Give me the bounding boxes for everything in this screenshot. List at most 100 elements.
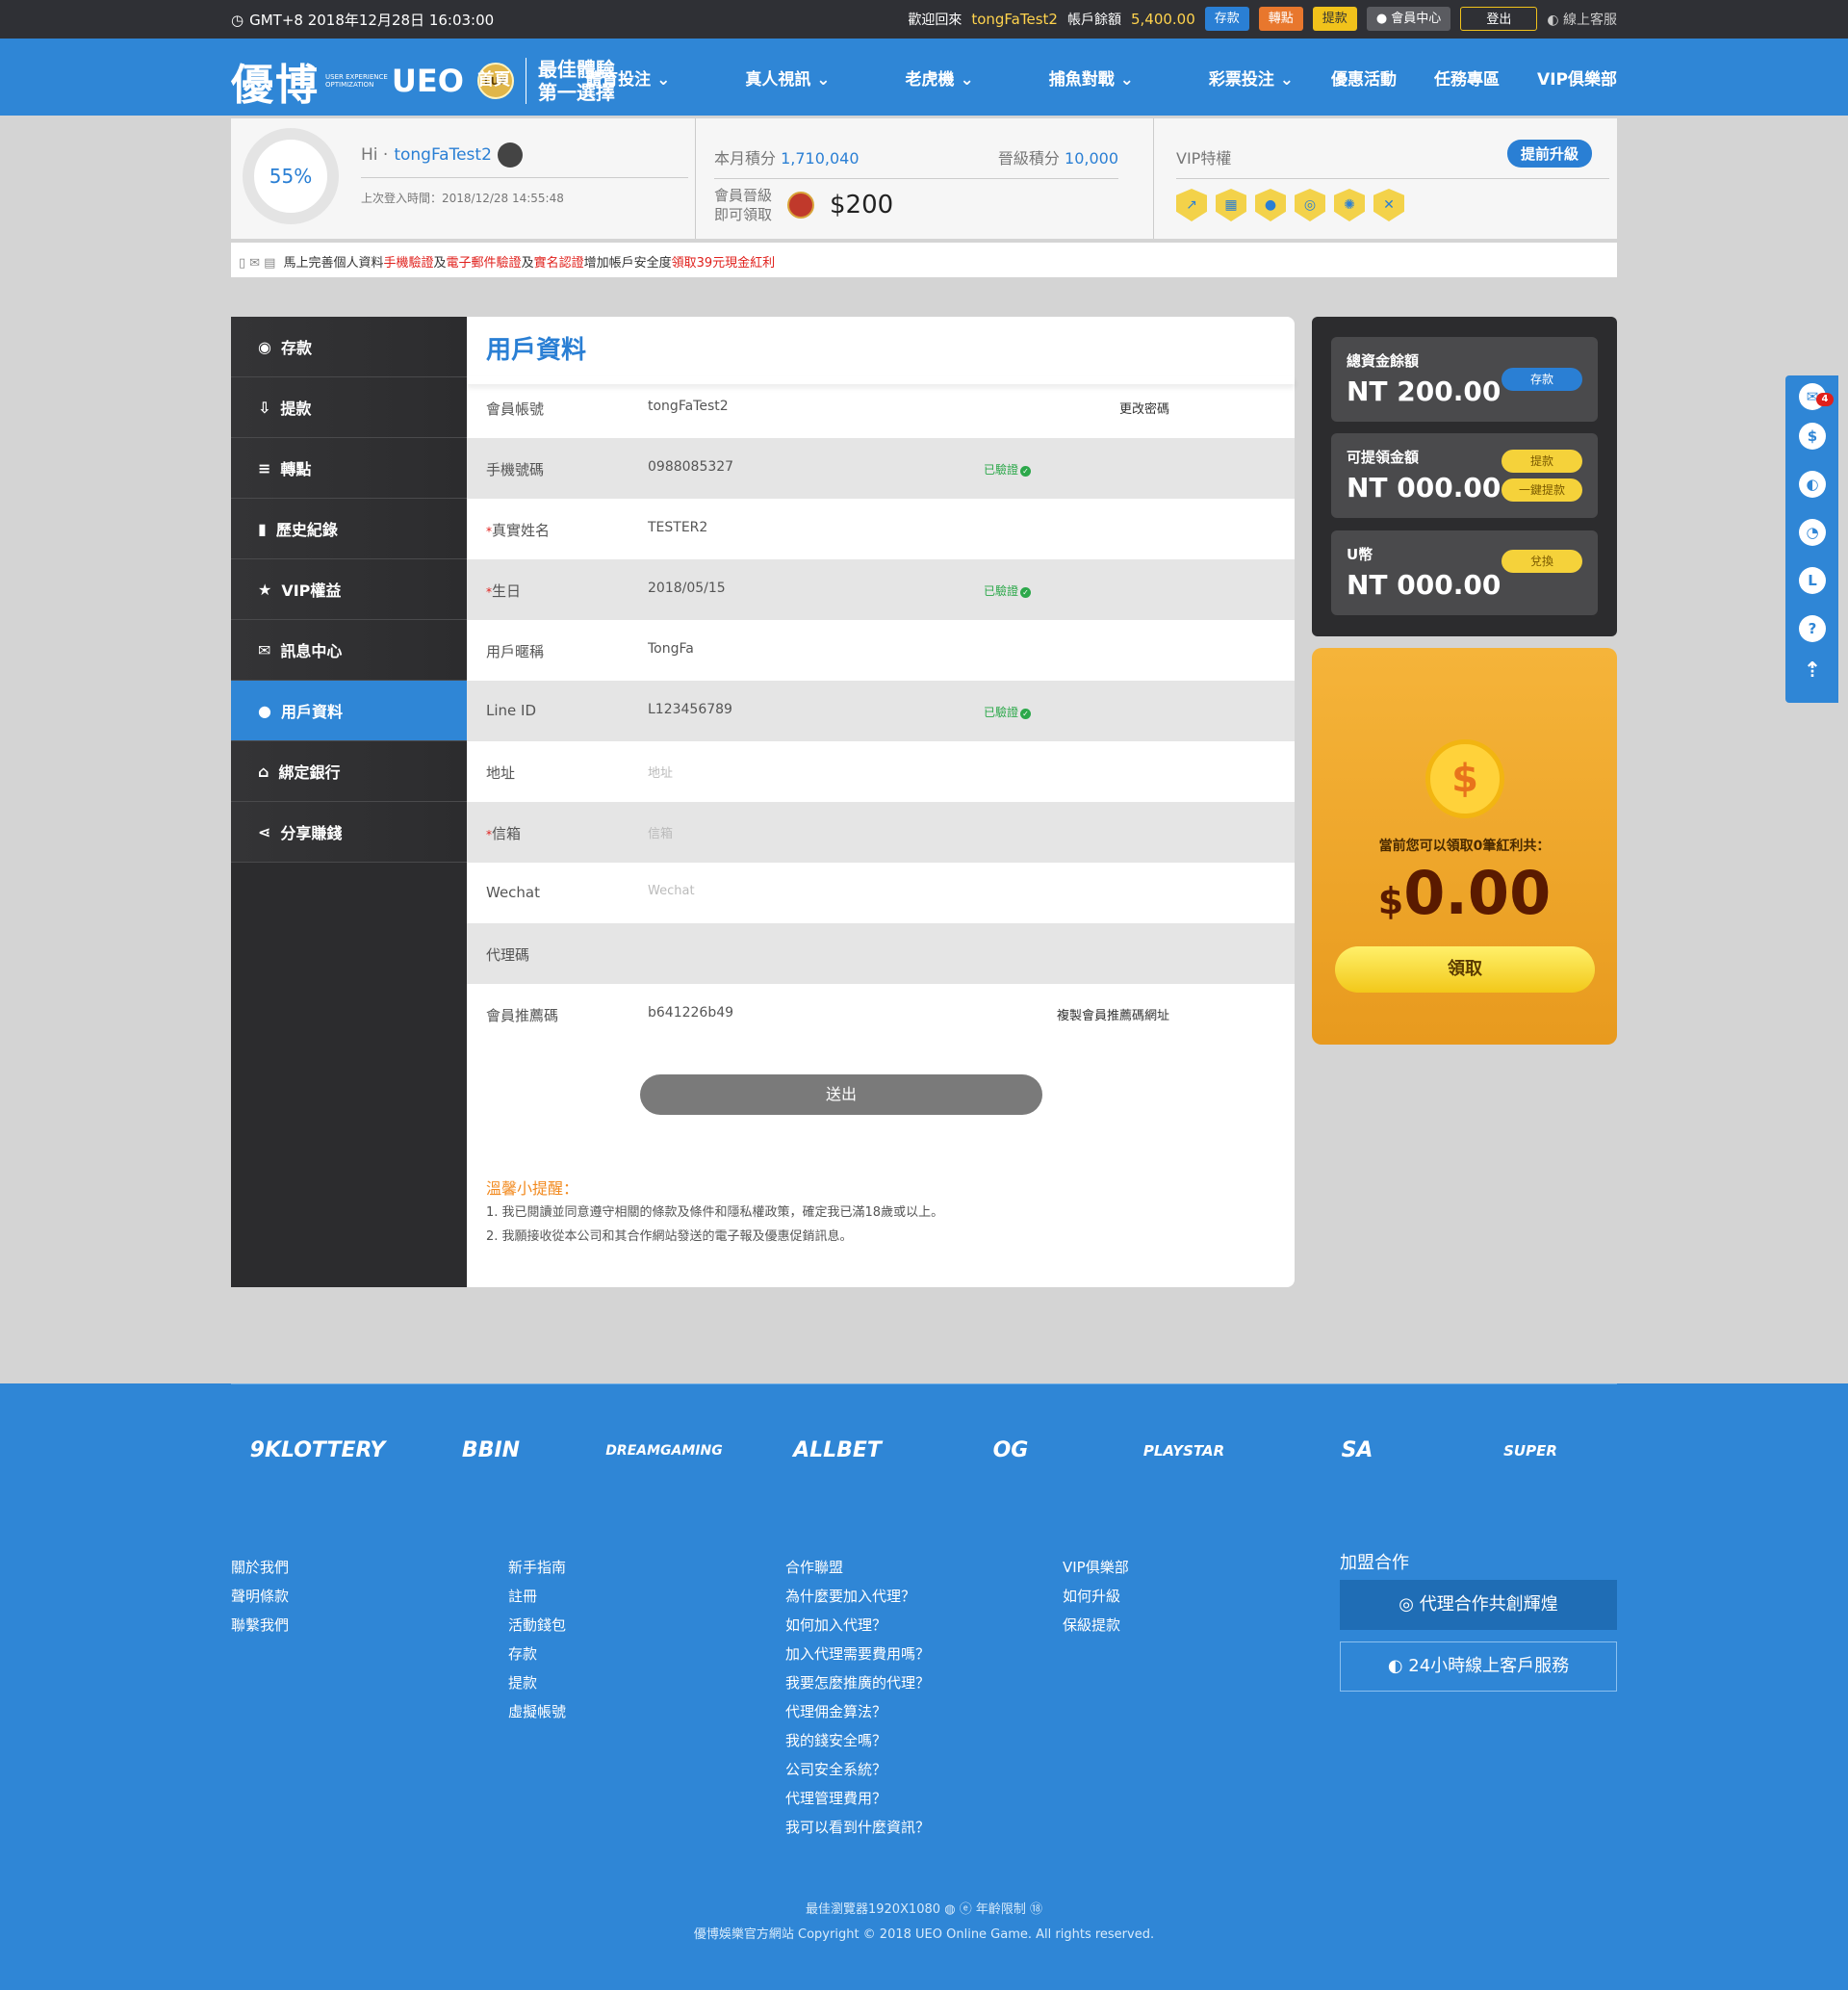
wechat-icon[interactable]: ◔ (1799, 519, 1826, 546)
phone-verify-link[interactable]: 手機驗證 (384, 256, 434, 271)
headset-icon[interactable]: ◐ (1799, 471, 1826, 498)
nav-lottery[interactable]: 彩票投注 ⌄ (1171, 65, 1294, 90)
partner-bbin: BBIN (461, 1438, 521, 1462)
main-nav: 首頁 體育投注 ⌄ 真人視訊 ⌄ 老虎機 ⌄ 捕魚對戰 ⌄ 彩票投注 ⌄ 優惠活… (440, 65, 1617, 90)
footer: 9KLOTTERY BBIN DREAMGAMING ALLBET OG PLA… (0, 1383, 1848, 1990)
mail-icon[interactable]: ✉ (1799, 383, 1834, 410)
one-click-withdraw-button[interactable]: 一鍵提款 (1502, 478, 1582, 502)
check-icon: ✓ (1020, 466, 1032, 477)
form-row-phone: 手機號碼 0988085327 已驗證 ✓ (467, 438, 1295, 499)
account-sidebar: ◉ 存款 ⇩ 提款 ≡ 轉點 ▮ 歷史紀錄 ★ VIP權益 ✉ 訊息中心 ● 用戶資料 ⌂ 綁定… (231, 317, 467, 1287)
nav-fishing[interactable]: 捕魚對戰 ⌄ (1012, 65, 1134, 90)
medal-icon (787, 192, 815, 219)
partner-sa: SA (1341, 1438, 1373, 1462)
withdraw-button[interactable]: 提款 (1312, 7, 1357, 31)
footer-link[interactable]: 活動錢包 (508, 1611, 566, 1640)
wallet-deposit-button[interactable]: 存款 (1502, 368, 1582, 391)
customer-service-button[interactable]: ◐ 24小時線上客戶服務 (1340, 1641, 1617, 1692)
sidebar-item-withdraw[interactable]: ⇩ 提款 (231, 377, 467, 438)
affiliate-button[interactable]: ◎ 代理合作共創輝煌 (1340, 1580, 1617, 1630)
phone-icon: ▯ (239, 256, 246, 271)
nav-home[interactable]: 首頁 (477, 65, 510, 90)
balance-value: 5,400.00 (1130, 10, 1195, 28)
sidebar-item-history[interactable]: ▮ 歷史紀錄 (231, 499, 467, 559)
footer-link[interactable]: 保級提款 (1063, 1611, 1129, 1640)
footer-link[interactable]: 代理佣金算法？ (785, 1697, 930, 1726)
claim-bonus-button[interactable]: 領取 (1335, 946, 1595, 993)
bonus-amount: $0.00 (1377, 858, 1552, 928)
sidebar-item-messages[interactable]: ✉ 訊息中心 (231, 620, 467, 681)
nav-vip[interactable]: VIP俱樂部 (1537, 65, 1617, 90)
footer-link[interactable]: 公司安全系統？ (785, 1755, 930, 1784)
footer-link[interactable]: VIP俱樂部 (1063, 1553, 1129, 1582)
wallet-withdraw-button[interactable]: 提款 (1502, 450, 1582, 473)
transfer-button[interactable]: 轉點 (1258, 7, 1303, 31)
line-icon[interactable]: L (1799, 567, 1826, 594)
footer-link[interactable]: 我的錢安全嗎？ (785, 1726, 930, 1755)
footer-link[interactable]: 為什麼要加入代理？ (785, 1582, 930, 1611)
footer-col-guide: 新手指南 註冊 活動錢包 存款 提款 虛擬帳號 (508, 1553, 566, 1726)
balance-label: 帳戶餘額 (1066, 12, 1121, 28)
security-notice: ▯ ✉ ▤ 馬上完善個人資料手機驗證及電子郵件驗證及實名認證增加帳戶安全度領取39元… (231, 243, 1617, 277)
profile-progress: 55% (243, 128, 339, 224)
change-password-link[interactable]: 更改密碼 (977, 399, 1169, 417)
footer-link[interactable]: 我可以看到什麼資訊？ (785, 1813, 930, 1842)
footer-link[interactable]: 加入代理需要費用嗎？ (785, 1640, 930, 1668)
footer-link[interactable]: 合作聯盟 (785, 1553, 930, 1582)
vip-cake-icon: ▦ (1216, 189, 1246, 221)
back-to-top-icon[interactable]: ⇡ (1799, 658, 1826, 685)
sidebar-item-profile[interactable]: ● 用戶資料 (231, 681, 467, 741)
nav-live[interactable]: 真人視訊 ⌄ (707, 65, 830, 90)
join-title: 加盟合作 (1340, 1553, 1409, 1573)
footer-link[interactable]: 聲明條款 (231, 1582, 289, 1611)
footer-link[interactable]: 提款 (508, 1668, 566, 1697)
footer-link[interactable]: 虛擬帳號 (508, 1697, 566, 1726)
form-row-referral: 會員推薦碼 b641226b49 複製會員推薦碼網址 (486, 1005, 1169, 1024)
sidebar-item-vip[interactable]: ★ VIP權益 (231, 559, 467, 620)
user-icon: ● (258, 701, 271, 720)
sidebar-item-transfer[interactable]: ≡ 轉點 (231, 438, 467, 499)
email-verify-link[interactable]: 電子郵件驗證 (447, 256, 522, 271)
footer-col-affiliate: 合作聯盟 為什麼要加入代理？ 如何加入代理？ 加入代理需要費用嗎？ 我要怎麼推廣… (785, 1553, 930, 1842)
verified-badge: 已驗證 ✓ (984, 704, 1032, 720)
nickname-field[interactable]: TongFa (648, 641, 694, 657)
dollar-icon[interactable]: $ (1799, 423, 1826, 450)
exchange-button[interactable]: 兌換 (1502, 550, 1582, 573)
footer-link[interactable]: 如何加入代理？ (785, 1611, 930, 1640)
dollar-coin-icon: $ (1425, 739, 1504, 818)
nav-missions[interactable]: 任務專區 (1434, 65, 1500, 90)
footer-link[interactable]: 代理管理費用？ (785, 1784, 930, 1813)
footer-link[interactable]: 註冊 (508, 1582, 566, 1611)
support-link[interactable]: ◐ 線上客服 (1547, 10, 1617, 29)
check-icon: ✓ (1020, 587, 1032, 598)
footer-link[interactable]: 我要怎麼推廣的代理？ (785, 1668, 930, 1697)
footer-link[interactable]: 聯繫我們 (231, 1611, 289, 1640)
footer-link[interactable]: 新手指南 (508, 1553, 566, 1582)
footer-link[interactable]: 存款 (508, 1640, 566, 1668)
headset-icon: ◐ (1387, 1656, 1403, 1676)
logout-button[interactable]: 登出 (1460, 7, 1538, 31)
nav-slots[interactable]: 老虎機 ⌄ (868, 65, 974, 90)
wechat-field[interactable]: Wechat (648, 884, 695, 898)
nav-promotions[interactable]: 優惠活動 (1331, 65, 1397, 90)
sidebar-item-deposit[interactable]: ◉ 存款 (231, 317, 467, 377)
email-field[interactable]: 信箱 (648, 823, 673, 841)
submit-button[interactable]: 送出 (640, 1074, 1042, 1115)
sidebar-item-share[interactable]: ⋖ 分享賺錢 (231, 802, 467, 863)
footer-link[interactable]: 關於我們 (231, 1553, 289, 1582)
upgrade-early-button[interactable]: 提前升級 (1506, 140, 1592, 168)
footer-link[interactable]: 如何升級 (1063, 1582, 1129, 1611)
copy-referral-link[interactable]: 複製會員推薦碼網址 (977, 1005, 1169, 1023)
form-row-realname: *真實姓名 TESTER2 (486, 520, 708, 539)
sidebar-item-bank[interactable]: ⌂ 綁定銀行 (231, 741, 467, 802)
reminder: 溫馨小提醒： 1. 我已閱讀並同意遵守相關的條款及條件和隱私權政策，確定我已滿1… (486, 1179, 944, 1244)
deposit-button[interactable]: 存款 (1204, 7, 1249, 31)
member-center-button[interactable]: ● 會員中心 (1366, 7, 1451, 31)
ie-icon: ⓔ (959, 1902, 972, 1917)
help-icon[interactable]: ? (1799, 615, 1826, 642)
greeting: Hi · tongFaTest2 (361, 142, 688, 178)
address-field[interactable]: 地址 (648, 762, 673, 781)
realname-verify-link[interactable]: 實名認證 (534, 256, 584, 271)
nav-sports[interactable]: 體育投注 ⌄ (548, 65, 670, 90)
last-login: 上次登入時間：2018/12/28 14:55:48 (361, 192, 564, 205)
